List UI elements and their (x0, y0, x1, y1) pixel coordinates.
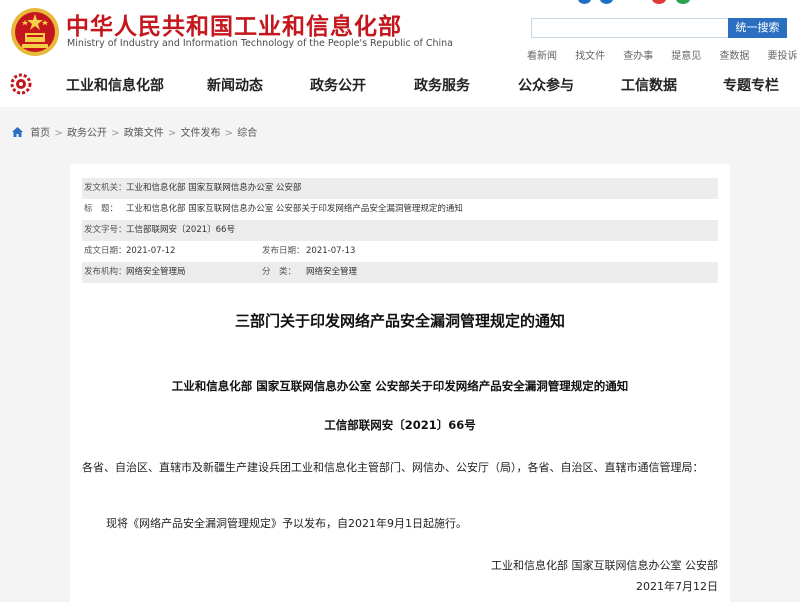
document-subtitle: 工业和信息化部 国家互联网信息办公室 公安部关于印发网络产品安全漏洞管理规定的通… (171, 379, 629, 393)
document-body: 现将《网络产品安全漏洞管理规定》予以发布，自2021年9月1日起施行。 (106, 517, 467, 530)
meta-value-agency: 网络安全管理局 (126, 267, 186, 277)
nav-item-topics[interactable]: 专题专栏 (723, 75, 779, 95)
meta-value-issuer: 工业和信息化部 国家互联网信息办公室 公安部 (126, 183, 302, 193)
breadcrumb-policy-files[interactable]: 政策文件 (124, 128, 164, 139)
unified-search-button[interactable]: 统一搜索 (728, 18, 787, 38)
main-nav: 工业和信息化部 新闻动态 政务公开 政务服务 公众参与 工信数据 专题专栏 (0, 64, 800, 105)
breadcrumb-separator: > (224, 128, 234, 139)
meta-label: 发布日期： (262, 246, 305, 256)
meta-value-created-date: 2021-07-12 (126, 246, 176, 256)
quick-link-services[interactable]: 查办事 (623, 51, 653, 62)
breadcrumb-separator: > (167, 128, 177, 139)
site-title-english: Ministry of Industry and Information Tec… (67, 38, 453, 49)
meta-value-category: 网络安全管理 (306, 267, 358, 277)
site-header: 中华人民共和国工业和信息化部 Ministry of Industry and … (0, 0, 800, 64)
nav-item-data[interactable]: 工信数据 (621, 75, 677, 95)
breadcrumb-separator: > (54, 128, 63, 139)
meta-label: 发布机构： (84, 267, 127, 277)
breadcrumb-general[interactable]: 综合 (237, 128, 257, 139)
breadcrumb-home[interactable]: 首页 (30, 128, 50, 139)
weibo-icon[interactable] (652, 0, 666, 4)
breadcrumb-file-release[interactable]: 文件发布 (180, 128, 220, 139)
site-title[interactable]: 中华人民共和国工业和信息化部 (66, 7, 402, 41)
meta-value-published-date: 2021-07-13 (306, 246, 356, 256)
meta-row-title: 标 题： 工业和信息化部 国家互联网信息办公室 公安部关于印发网络产品安全漏洞管… (82, 199, 718, 220)
accessibility-icon[interactable] (600, 0, 613, 4)
nav-item-public-participation[interactable]: 公众参与 (518, 75, 574, 95)
meta-label: 标 题： (84, 204, 119, 214)
nav-item-news[interactable]: 新闻动态 (207, 75, 263, 95)
miit-gear-logo-icon (10, 73, 32, 95)
nav-item-gov-services[interactable]: 政务服务 (414, 75, 470, 95)
meta-label: 发文字号： (84, 225, 127, 235)
nav-item-gov-affairs[interactable]: 政务公开 (310, 75, 366, 95)
meta-label: 成文日期： (84, 246, 127, 256)
breadcrumb-separator: > (111, 128, 120, 139)
meta-value-title: 工业和信息化部 国家互联网信息办公室 公安部关于印发网络产品安全漏洞管理规定的通… (126, 204, 463, 214)
top-utility-icons (568, 0, 800, 6)
quick-link-data[interactable]: 查数据 (719, 51, 749, 62)
document-panel: 发文机关： 工业和信息化部 国家互联网信息办公室 公安部 标 题： 工业和信息化… (70, 164, 730, 602)
meta-row-dates: 成文日期： 2021-07-12 发布日期： 2021-07-13 (82, 241, 718, 262)
user-icon[interactable] (578, 0, 591, 4)
nav-item-ministry[interactable]: 工业和信息化部 (66, 75, 164, 95)
breadcrumb: 首页 > 政务公开 > 政策文件 > 文件发布 > 综合 (12, 124, 257, 139)
quick-link-complaint[interactable]: 要投诉 (767, 51, 797, 62)
document-meta-table: 发文机关： 工业和信息化部 国家互联网信息办公室 公安部 标 题： 工业和信息化… (82, 178, 718, 283)
search-input[interactable] (531, 18, 728, 38)
national-emblem-icon[interactable] (10, 7, 60, 57)
document-number: 工信部联网安〔2021〕66号 (324, 418, 476, 432)
document-addressee: 各省、自治区、直辖市及新疆生产建设兵团工业和信息化主管部门、网信办、公安厅（局）… (82, 461, 704, 474)
quick-link-files[interactable]: 找文件 (575, 51, 605, 62)
quick-links: 看新闻 找文件 查办事 提意见 查数据 要投诉 (527, 44, 797, 63)
wechat-icon[interactable] (676, 0, 690, 4)
home-icon (12, 127, 23, 137)
meta-row-agency: 发布机构： 网络安全管理局 分 类： 网络安全管理 (82, 262, 718, 283)
document-sign-date: 2021年7月12日 (636, 580, 718, 593)
meta-label: 发文机关： (84, 183, 127, 193)
quick-link-news[interactable]: 看新闻 (527, 51, 557, 62)
meta-label: 分 类： (262, 267, 297, 277)
quick-link-feedback[interactable]: 提意见 (671, 51, 701, 62)
document-signatory: 工业和信息化部 国家互联网信息办公室 公安部 (491, 559, 718, 572)
meta-row-doc-number: 发文字号： 工信部联网安〔2021〕66号 (82, 220, 718, 241)
document-title: 三部门关于印发网络产品安全漏洞管理规定的通知 (234, 312, 565, 330)
breadcrumb-gov-affairs[interactable]: 政务公开 (67, 128, 107, 139)
meta-value-doc-number: 工信部联网安〔2021〕66号 (126, 225, 235, 235)
meta-row-issuer: 发文机关： 工业和信息化部 国家互联网信息办公室 公安部 (82, 178, 718, 199)
